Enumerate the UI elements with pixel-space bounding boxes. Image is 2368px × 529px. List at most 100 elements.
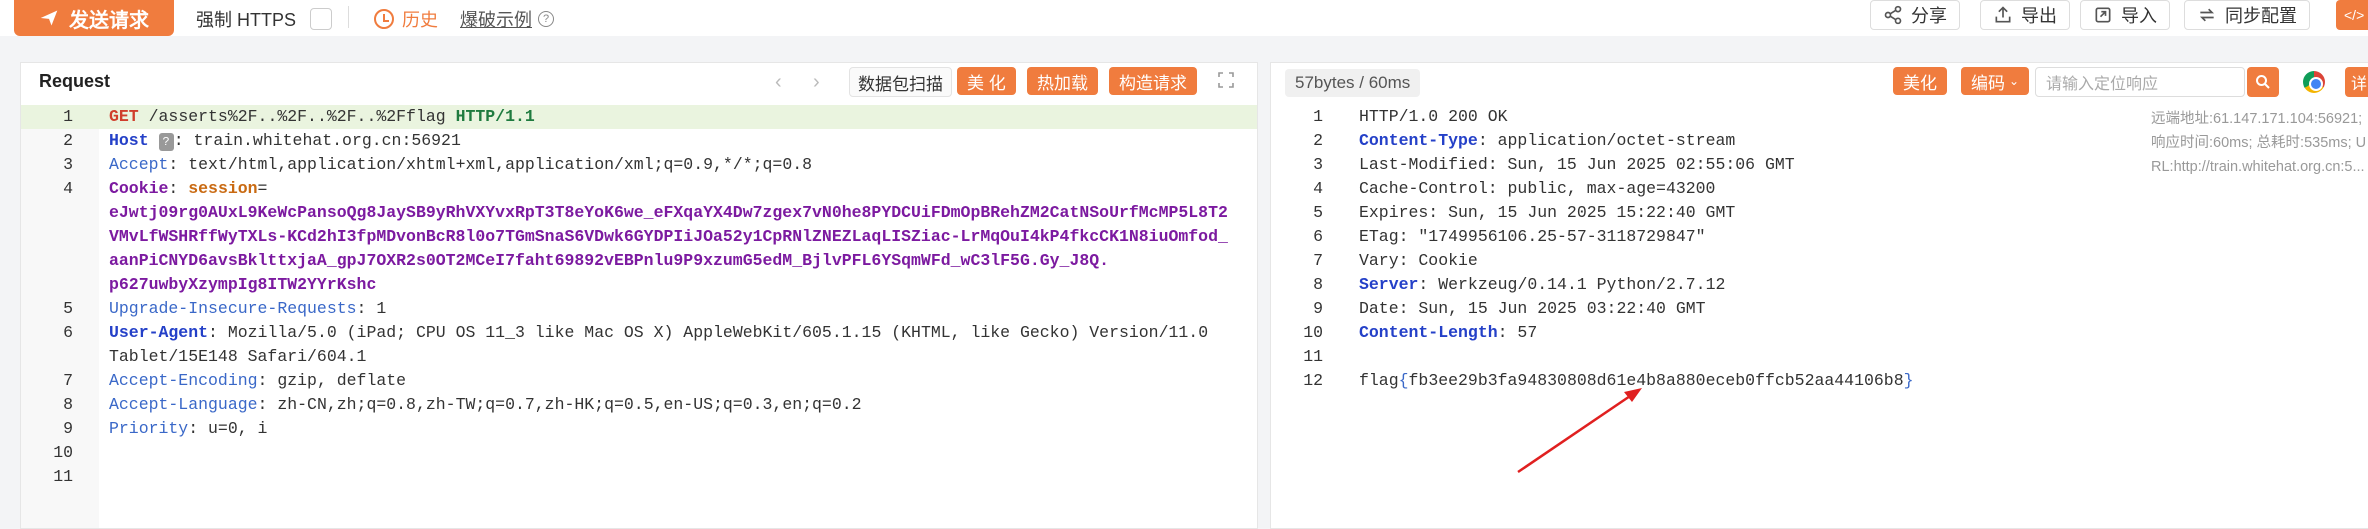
response-meta: 远端地址:61.147.171.104:56921; 响应时间:60ms; 总耗… [2151, 107, 2366, 179]
header-key: Content-Length [1359, 323, 1498, 342]
code-line: aanPiCNYD6avsBklttxjaA_gpJ7OXR2s0OT2MCeI… [21, 249, 1257, 273]
request-panel: Request ‹ › 数据包扫描 美 化 热加载 构造请求 1 GET /as… [20, 62, 1258, 529]
clock-icon [374, 9, 394, 29]
header-value: : train.whitehat.org.cn:56921 [173, 131, 461, 150]
header-key: Accept [109, 155, 169, 174]
header-value: : Werkzeug/0.14.1 Python/2.7.12 [1418, 275, 1726, 294]
code-line: eJwtj09rg0AUxL9KeWcPansoQg8JaySB9yRhVXYv… [21, 201, 1257, 225]
request-title: Request [39, 71, 111, 91]
top-toolbar: 发送请求 强制 HTTPS 历史 爆破示例 ? 分享 导出 导入 同步配置 </… [0, 0, 2368, 36]
send-request-button[interactable]: 发送请求 [14, 0, 174, 36]
line-number: 6 [1313, 227, 1323, 246]
example-label: 爆破示例 [460, 10, 532, 30]
annotation-arrow-icon [1517, 388, 1642, 474]
line-number: 9 [63, 419, 73, 438]
encoding-label: 编码 [1971, 73, 2005, 93]
cookie-value: VMvLfWSHRffWyTXLs-KCd2hI3fpMDvonBcR8l0o7… [109, 227, 1228, 246]
beautify-label: 美 化 [967, 73, 1006, 93]
line-number: 12 [1303, 371, 1323, 390]
line-number: 7 [63, 371, 73, 390]
chrome-icon[interactable] [2303, 71, 2325, 93]
import-button[interactable]: 导入 [2080, 0, 2170, 30]
sync-icon [2199, 8, 2215, 22]
line-number: 3 [63, 155, 73, 174]
question-icon[interactable]: ? [538, 11, 554, 27]
line-number: 4 [63, 179, 73, 198]
force-https-checkbox[interactable] [310, 8, 333, 30]
line-number: 8 [1313, 275, 1323, 294]
cookie-eq: = [257, 179, 268, 198]
line-number: 5 [63, 299, 73, 318]
line-number: 10 [1303, 323, 1323, 342]
chevron-left-icon[interactable]: ‹ [775, 71, 782, 94]
help-badge[interactable]: ? [158, 133, 174, 151]
share-label: 分享 [1911, 6, 1947, 26]
code-line: Tablet/15E148 Safari/604.1 [21, 345, 1257, 369]
header-value: : 1 [356, 299, 387, 318]
header-value: : zh-CN,zh;q=0.8,zh-TW;q=0.7,zh-HK;q=0.5… [257, 395, 862, 414]
search-icon [2256, 75, 2270, 89]
line-number: 2 [1313, 131, 1323, 150]
header-key: Host [109, 131, 149, 150]
beautify-response-button[interactable]: 美化 [1893, 67, 1947, 95]
packet-scan-label: 数据包扫描 [858, 74, 943, 94]
sync-config-button[interactable]: 同步配置 [2184, 0, 2310, 30]
response-time: 响应时间:60ms; 总耗时:535ms; U [2151, 135, 2367, 151]
send-request-label: 发送请求 [69, 9, 149, 32]
code-line: 9 Date: Sun, 15 Jun 2025 03:22:40 GMT [1271, 297, 2129, 321]
code-line: 1 HTTP/1.0 200 OK [1271, 105, 2129, 129]
code-line: 8 Server: Werkzeug/0.14.1 Python/2.7.12 [1271, 273, 2129, 297]
code-view-button[interactable]: </> [2336, 0, 2368, 30]
encoding-dropdown[interactable]: 编码 ⌄ [1961, 67, 2030, 95]
code-line: 4 Cache-Control: public, max-age=43200 [1271, 177, 2129, 201]
search-button[interactable] [2247, 67, 2279, 97]
header-key: Upgrade-Insecure-Requests [109, 299, 357, 318]
code-line: 8 Accept-Language: zh-CN,zh;q=0.8,zh-TW;… [21, 393, 1257, 417]
history-button[interactable]: 历史 [374, 6, 438, 32]
header-line: Vary: Cookie [1359, 251, 1478, 270]
code-line: 12 flag{fb3ee29b3fa94830808d61e4b8a880ece… [1271, 369, 2129, 393]
header-value: : 57 [1497, 323, 1538, 342]
divider [348, 6, 349, 28]
response-search-input[interactable]: 请输入定位响应 [2035, 67, 2245, 97]
share-button[interactable]: 分享 [1870, 0, 1960, 30]
line-number: 9 [1313, 299, 1323, 318]
header-line: Last-Modified: Sun, 15 Jun 2025 02:55:06… [1359, 155, 1795, 174]
header-value-continued: Tablet/15E148 Safari/604.1 [109, 347, 367, 366]
code-line: 2 Content-Type: application/octet-stream [1271, 129, 2129, 153]
code-line: 3 Last-Modified: Sun, 15 Jun 2025 02:55:0… [1271, 153, 2129, 177]
construct-label: 构造请求 [1119, 73, 1187, 93]
header-key: Priority [109, 419, 189, 438]
packet-scan-button[interactable]: 数据包扫描 [849, 67, 952, 97]
code-line: 7 Vary: Cookie [1271, 249, 2129, 273]
code-line: 1 GET /asserts%2F..%2F..%2F..%2Fflag HTT… [21, 105, 1257, 129]
brute-force-example-link[interactable]: 爆破示例 ? [460, 6, 554, 32]
header-key: Cookie [109, 179, 169, 198]
construct-request-button[interactable]: 构造请求 [1109, 67, 1197, 95]
beautify-request-button[interactable]: 美 化 [957, 67, 1016, 95]
export-button[interactable]: 导出 [1980, 0, 2070, 30]
code-line: 2 Host ?: train.whitehat.org.cn:56921 [21, 129, 1257, 153]
history-label: 历史 [402, 10, 438, 30]
response-editor[interactable]: 1 HTTP/1.0 200 OK 2 Content-Type: applicat… [1271, 105, 2129, 528]
code-line: 6 ETag: "1749956106.25-57-3118729847" [1271, 225, 2129, 249]
header-line: ETag: "1749956106.25-57-3118729847" [1359, 227, 1706, 246]
share-icon [1884, 5, 1902, 25]
code-line: 6 User-Agent: Mozilla/5.0 (iPad; CPU OS … [21, 321, 1257, 345]
import-icon [2095, 7, 2111, 23]
http-protocol: HTTP/1.1 [455, 107, 535, 126]
detail-button[interactable]: 详 [2345, 67, 2368, 97]
request-editor[interactable]: 1 GET /asserts%2F..%2F..%2F..%2Fflag HTT… [21, 105, 1257, 528]
code-line: 7 Accept-Encoding: gzip, deflate [21, 369, 1257, 393]
expand-icon[interactable] [1217, 71, 1235, 89]
line-number: 4 [1313, 179, 1323, 198]
cookie-value: p627uwbyXzympIg8ITW2YYrKshc [109, 275, 377, 294]
chevron-down-icon: ⌄ [2009, 74, 2020, 88]
force-https-toggle[interactable]: 强制 HTTPS [196, 6, 333, 32]
code-line: 4 Cookie: session= [21, 177, 1257, 201]
chevron-right-icon[interactable]: › [813, 71, 820, 94]
status-line: HTTP/1.0 200 OK [1359, 107, 1508, 126]
header-key: Accept-Encoding [109, 371, 258, 390]
hotload-button[interactable]: 热加载 [1027, 67, 1098, 95]
send-icon [40, 10, 58, 26]
